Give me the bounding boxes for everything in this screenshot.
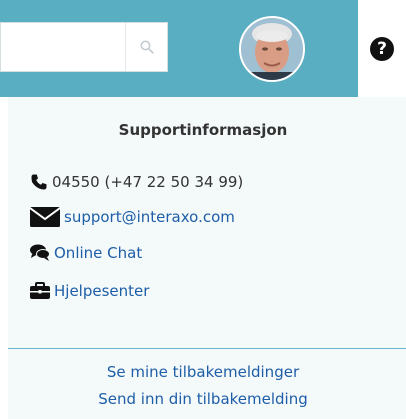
avatar[interactable] (239, 16, 305, 82)
panel-title: Supportinformasjon (118, 121, 288, 139)
email-row[interactable]: support@interaxo.com (30, 207, 235, 227)
question-circle-icon: ? (370, 36, 394, 61)
briefcase-icon (30, 282, 50, 300)
chat-row[interactable]: Online Chat (30, 244, 142, 262)
phone-row: 04550 (+47 22 50 34 99) (30, 173, 243, 191)
help-glyph: ? (377, 38, 387, 59)
search-box (0, 22, 168, 72)
online-chat-link[interactable]: Online Chat (54, 244, 142, 262)
envelope-icon (30, 207, 60, 227)
help-center-row[interactable]: Hjelpesenter (30, 282, 149, 300)
help-button[interactable]: ? (358, 0, 406, 97)
send-feedback-link[interactable]: Send inn din tilbakemelding (98, 390, 308, 408)
chat-icon (30, 244, 50, 262)
search-icon (140, 40, 154, 54)
phone-icon (30, 173, 48, 191)
search-button[interactable] (126, 23, 168, 71)
view-feedback-row: Se mine tilbakemeldinger (8, 363, 398, 381)
search-input[interactable] (1, 23, 125, 71)
support-panel: Supportinformasjon 04550 (+47 22 50 34 9… (8, 97, 406, 419)
email-link[interactable]: support@interaxo.com (64, 208, 235, 226)
user-avatar-image (241, 18, 303, 80)
top-bar (0, 0, 358, 97)
view-feedback-link[interactable]: Se mine tilbakemeldinger (107, 363, 299, 381)
help-center-link[interactable]: Hjelpesenter (54, 282, 149, 300)
divider (8, 348, 406, 349)
phone-number: 04550 (+47 22 50 34 99) (52, 173, 244, 191)
send-feedback-row: Send inn din tilbakemelding (8, 390, 398, 408)
